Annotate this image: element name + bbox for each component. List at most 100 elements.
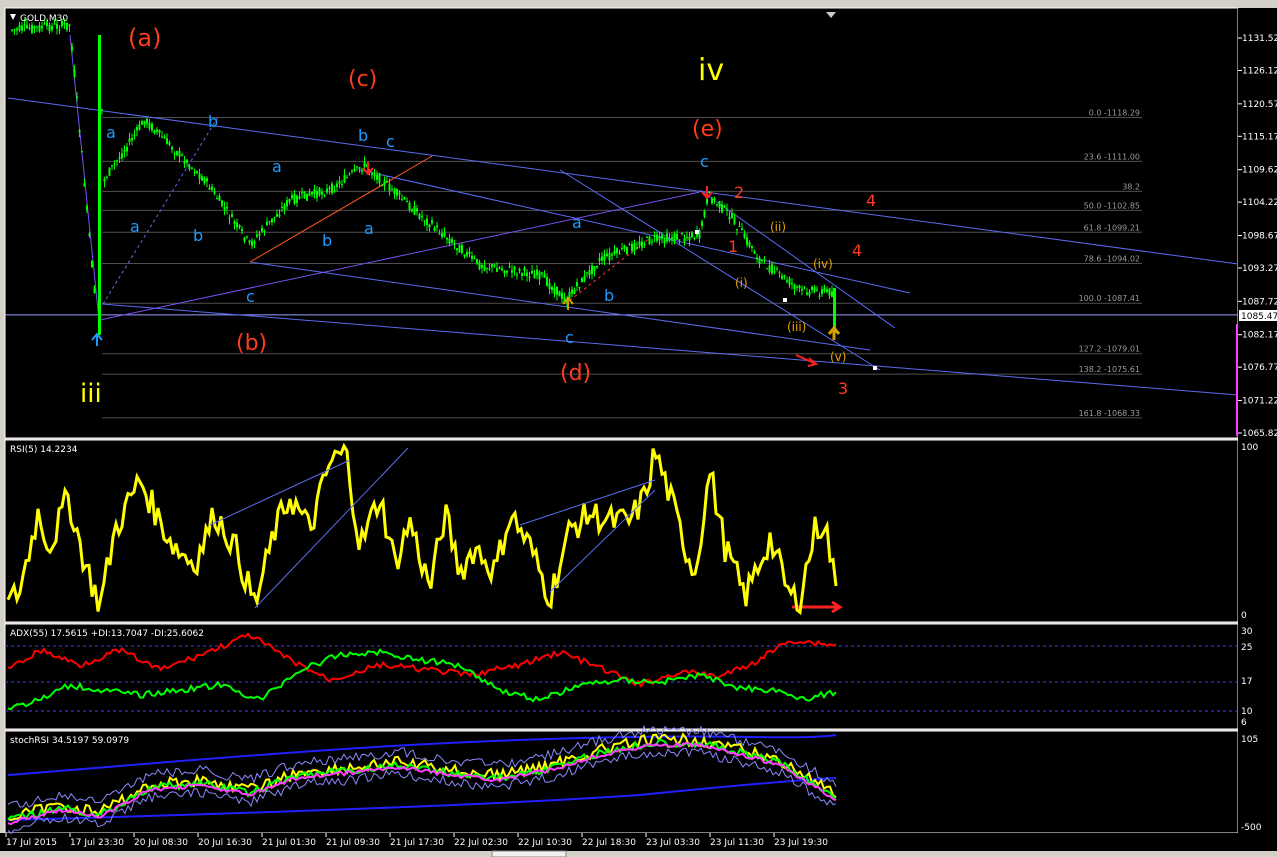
price-candle <box>48 24 51 32</box>
price-candle <box>751 245 753 248</box>
wave-label-blue: b <box>358 126 368 145</box>
wave-label-yellow: iv <box>698 53 724 88</box>
price-candle <box>651 241 653 243</box>
time-tick-label: 17 Jul 2015 <box>6 838 57 848</box>
price-candle <box>741 228 743 231</box>
price-candle <box>268 220 271 223</box>
wave-label-blue: c <box>565 328 574 347</box>
price-candle <box>781 275 783 279</box>
price-candle <box>86 205 88 211</box>
price-candle <box>418 213 421 219</box>
stoch-panel <box>4 730 1239 834</box>
price-candle <box>13 29 16 31</box>
price-candle <box>633 243 636 251</box>
price-candle <box>133 134 136 136</box>
price-candle <box>241 229 243 232</box>
price-candle <box>183 160 186 164</box>
price-candle <box>726 209 728 211</box>
price-candle <box>443 232 446 237</box>
price-candle <box>243 237 246 242</box>
price-candle <box>573 289 576 294</box>
price-candle <box>776 268 778 270</box>
price-candle <box>803 286 806 288</box>
price-tick-label: 1082.17 <box>1242 331 1277 341</box>
price-candle <box>456 248 458 251</box>
price-candle <box>56 23 58 29</box>
price-candle <box>171 146 173 150</box>
price-candle <box>393 188 396 195</box>
price-candle <box>303 191 306 198</box>
price-candle <box>553 288 556 294</box>
price-candle <box>281 207 283 209</box>
price-candle <box>206 178 208 182</box>
price-candle <box>483 265 486 271</box>
price-candle <box>433 227 436 231</box>
price-candle <box>481 265 483 268</box>
price-candle <box>548 282 551 289</box>
price-candle <box>83 183 86 187</box>
price-tick-label: 1131.52 <box>1242 34 1277 44</box>
price-candle <box>521 273 523 276</box>
price-candle <box>373 174 376 177</box>
price-tick-label: 1104.22 <box>1242 198 1277 208</box>
price-candle <box>671 237 673 240</box>
wave-label-blue: a <box>130 217 140 236</box>
price-candle <box>508 266 511 268</box>
price-candle <box>783 275 786 277</box>
fib-level-label: 0.0 -1118.29 <box>1089 109 1140 118</box>
price-candle <box>681 232 683 235</box>
price-candle <box>758 257 761 264</box>
stoch-level-bottom: -500 <box>1241 823 1262 833</box>
price-candle-spike <box>98 35 101 335</box>
price-candle <box>68 24 71 26</box>
price-candle <box>588 270 591 276</box>
price-candle <box>478 262 481 270</box>
price-candle <box>306 193 308 201</box>
price-candle <box>168 142 171 145</box>
price-candle <box>641 241 643 248</box>
wave-label-blue: b <box>604 286 614 305</box>
price-candle <box>361 170 363 172</box>
wave-label-red: 3 <box>838 379 848 398</box>
price-candle <box>748 242 751 247</box>
price-candle <box>338 181 341 184</box>
wave-label-orange: (ii) <box>770 220 786 234</box>
adx-level: 6 <box>1241 718 1247 728</box>
price-candle <box>683 238 686 242</box>
price-candle <box>301 192 303 194</box>
wave-label-red: (c) <box>348 67 377 92</box>
wave-label-blue: b <box>193 226 203 245</box>
price-candle <box>318 187 321 195</box>
wave-label-yellow: iii <box>80 379 102 409</box>
time-tick-label: 21 Jul 01:30 <box>262 838 316 848</box>
price-candle <box>248 240 251 243</box>
rsi-max: 100 <box>1241 443 1258 453</box>
scroll-thumb[interactable] <box>491 850 567 857</box>
price-candle <box>813 287 816 292</box>
price-candle <box>173 153 176 155</box>
price-candle <box>613 250 616 255</box>
price-candle <box>308 192 311 196</box>
fib-level-label: 61.8 -1099.21 <box>1084 223 1140 232</box>
wave-label-orange: (iv) <box>813 257 833 271</box>
bottom-scrollbar[interactable] <box>0 851 1277 857</box>
price-candle <box>273 216 276 218</box>
price-tick-label: 1087.72 <box>1242 297 1277 307</box>
price-candle <box>26 24 28 29</box>
price-candle <box>558 291 561 297</box>
price-candle <box>428 224 431 228</box>
wave-label-red: (d) <box>560 361 591 386</box>
pink-range-bar <box>1236 324 1238 436</box>
price-tick-label: 1126.12 <box>1242 66 1277 76</box>
price-candle <box>743 233 746 238</box>
price-candle <box>778 272 781 274</box>
price-candle <box>383 180 386 186</box>
price-candle <box>38 24 41 32</box>
price-candle <box>23 24 26 26</box>
time-tick-label: 21 Jul 17:30 <box>390 838 444 848</box>
price-candle <box>278 214 281 217</box>
price-candle <box>571 289 573 294</box>
price-candle <box>188 165 191 170</box>
adx-panel <box>4 623 1239 730</box>
price-candle <box>228 217 231 219</box>
